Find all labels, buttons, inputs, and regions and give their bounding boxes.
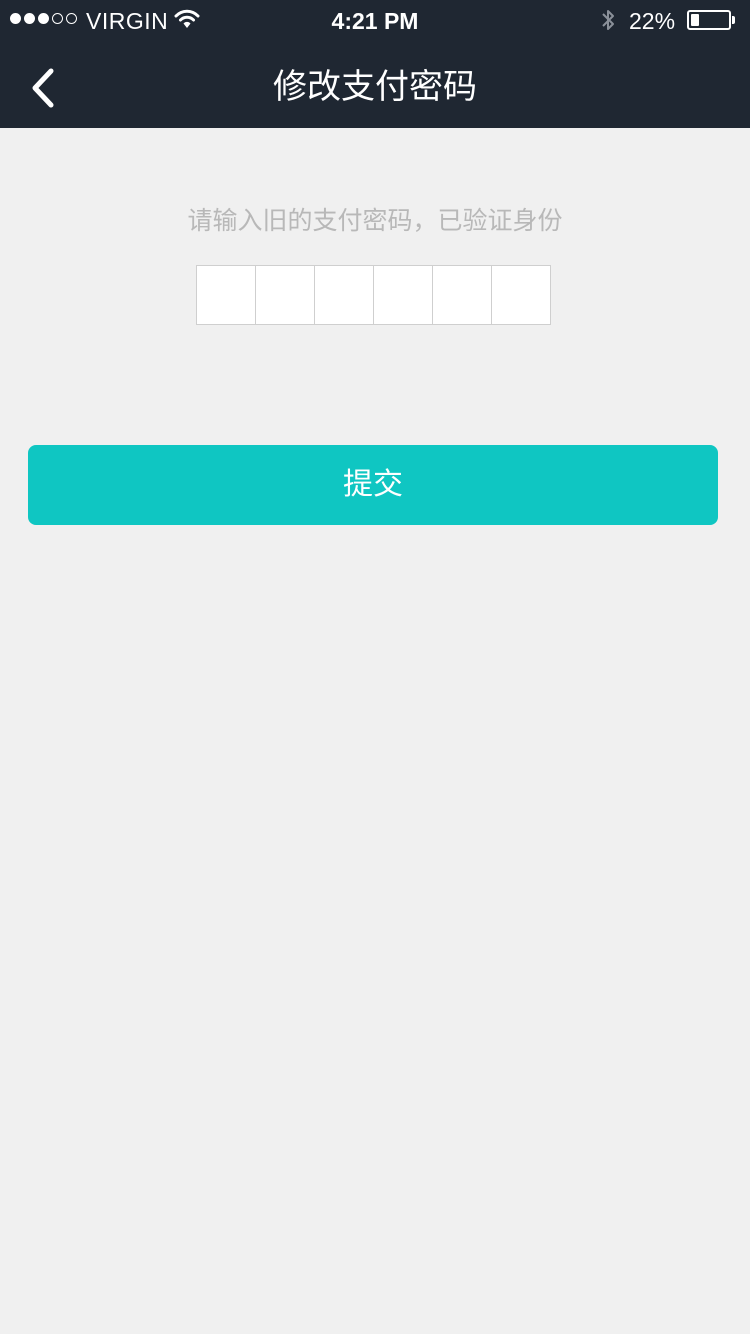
submit-button[interactable]: 提交 [28,445,718,525]
pin-digit-box[interactable] [432,266,491,324]
bluetooth-icon [599,7,617,33]
password-hint: 请输入旧的支付密码，已验证身份 [187,206,563,235]
page-title: 修改支付密码 [273,67,477,107]
battery-level [691,14,699,26]
pin-input[interactable] [196,265,551,325]
pin-digit-box[interactable] [491,266,550,324]
battery-percent: 22% [629,8,676,34]
pin-digit-box[interactable] [197,266,255,324]
pin-digit-box[interactable] [314,266,373,324]
navigation-bar: 修改支付密码 [0,40,750,128]
pin-digit-box[interactable] [255,266,314,324]
battery-icon [687,10,731,30]
pin-digit-box[interactable] [373,266,432,324]
status-bar: VIRGIN 4:21 PM 22% [0,0,750,40]
battery-tip [732,16,735,24]
